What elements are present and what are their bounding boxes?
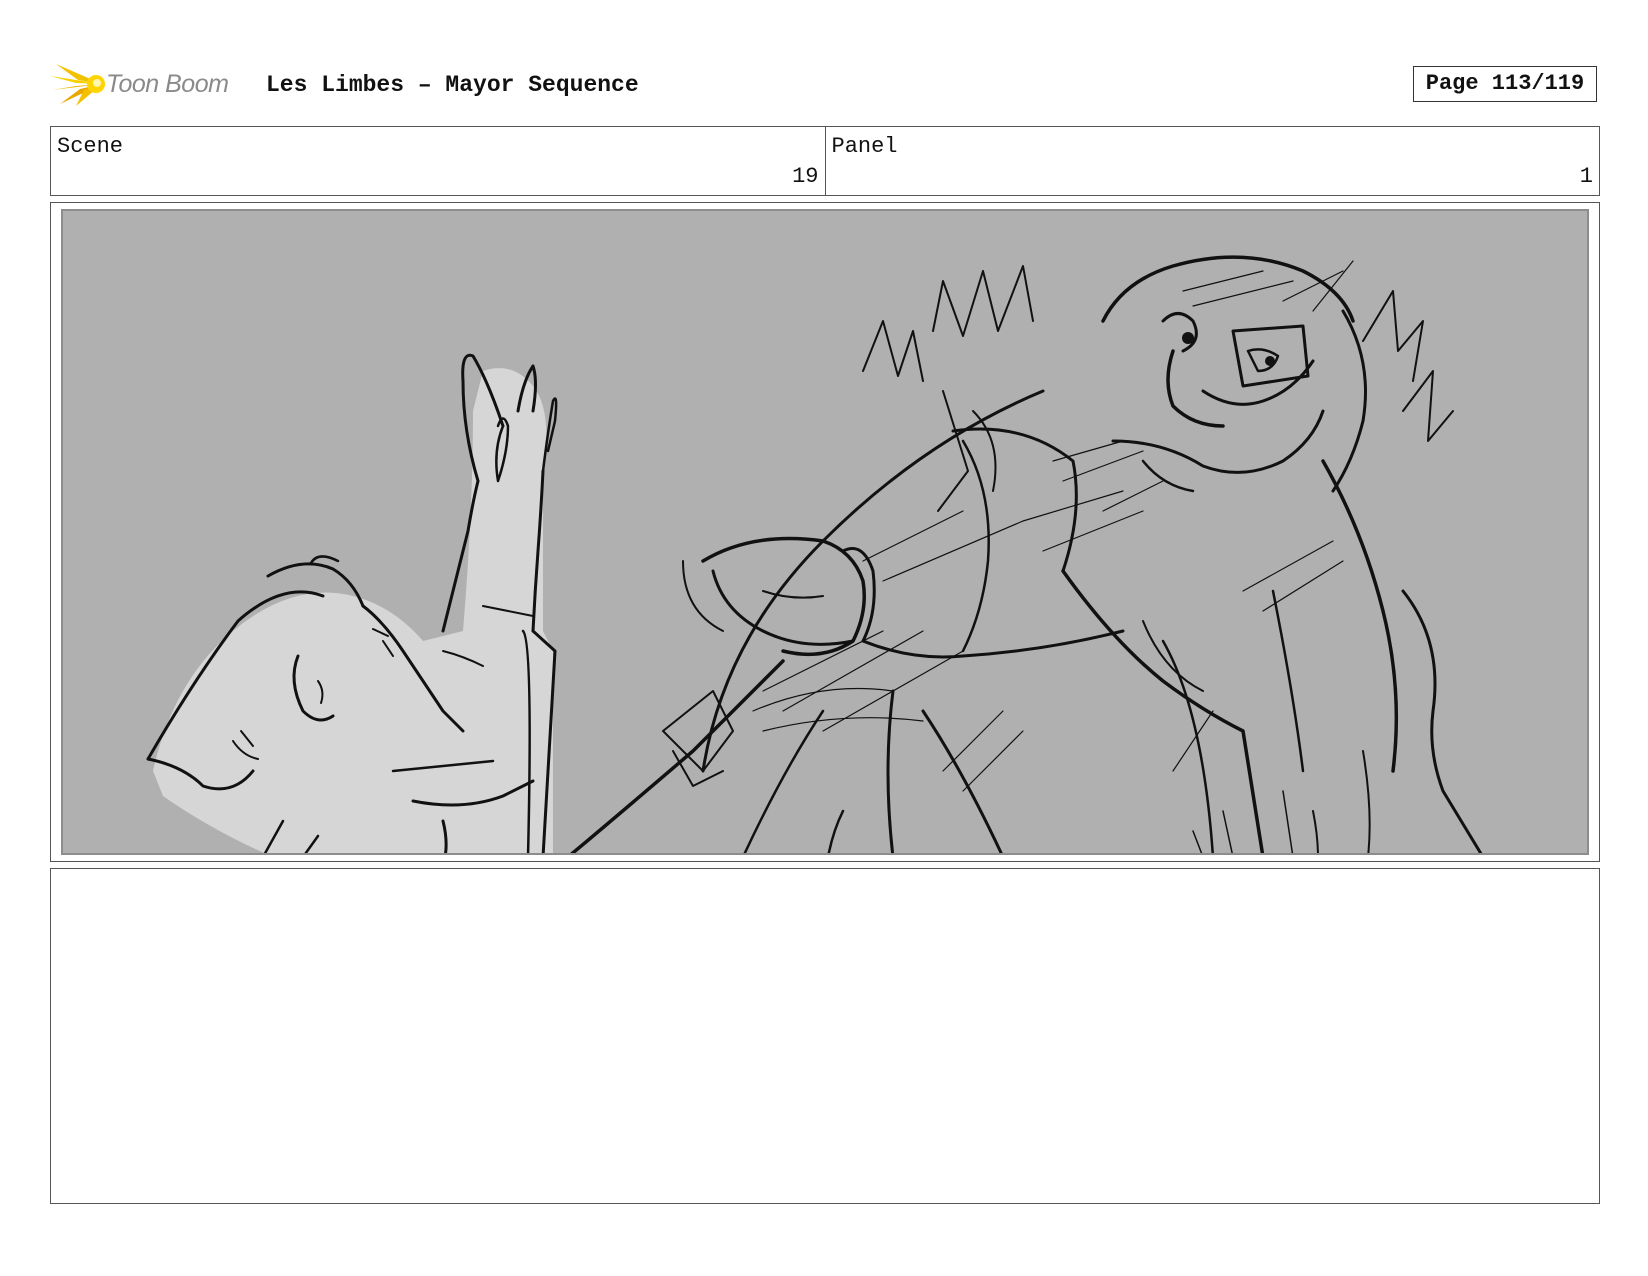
panel-number: 1 [1579, 164, 1593, 189]
scene-panel-info: Scene 19 Panel 1 [50, 126, 1600, 196]
scene-label: Scene [57, 134, 124, 159]
storyboard-panel-frame [50, 202, 1600, 862]
starburst-icon [50, 64, 105, 106]
logo-wordmark: Toon Boom [106, 70, 229, 98]
page-header: Toon Boom Les Limbes – Mayor Sequence Pa… [50, 58, 1600, 108]
document-title: Les Limbes – Mayor Sequence [266, 72, 639, 98]
panel-label: Panel [831, 134, 898, 159]
scene-number: 19 [792, 164, 819, 189]
toon-boom-logo: Toon Boom [50, 58, 250, 108]
sketch-drawing [146, 255, 1483, 853]
scene-cell: Scene 19 [51, 127, 825, 195]
panel-cell: Panel 1 [824, 127, 1600, 195]
page-number: Page 113/119 [1413, 66, 1597, 102]
panel-notes-area [50, 868, 1600, 1204]
storyboard-sketch [61, 209, 1589, 855]
